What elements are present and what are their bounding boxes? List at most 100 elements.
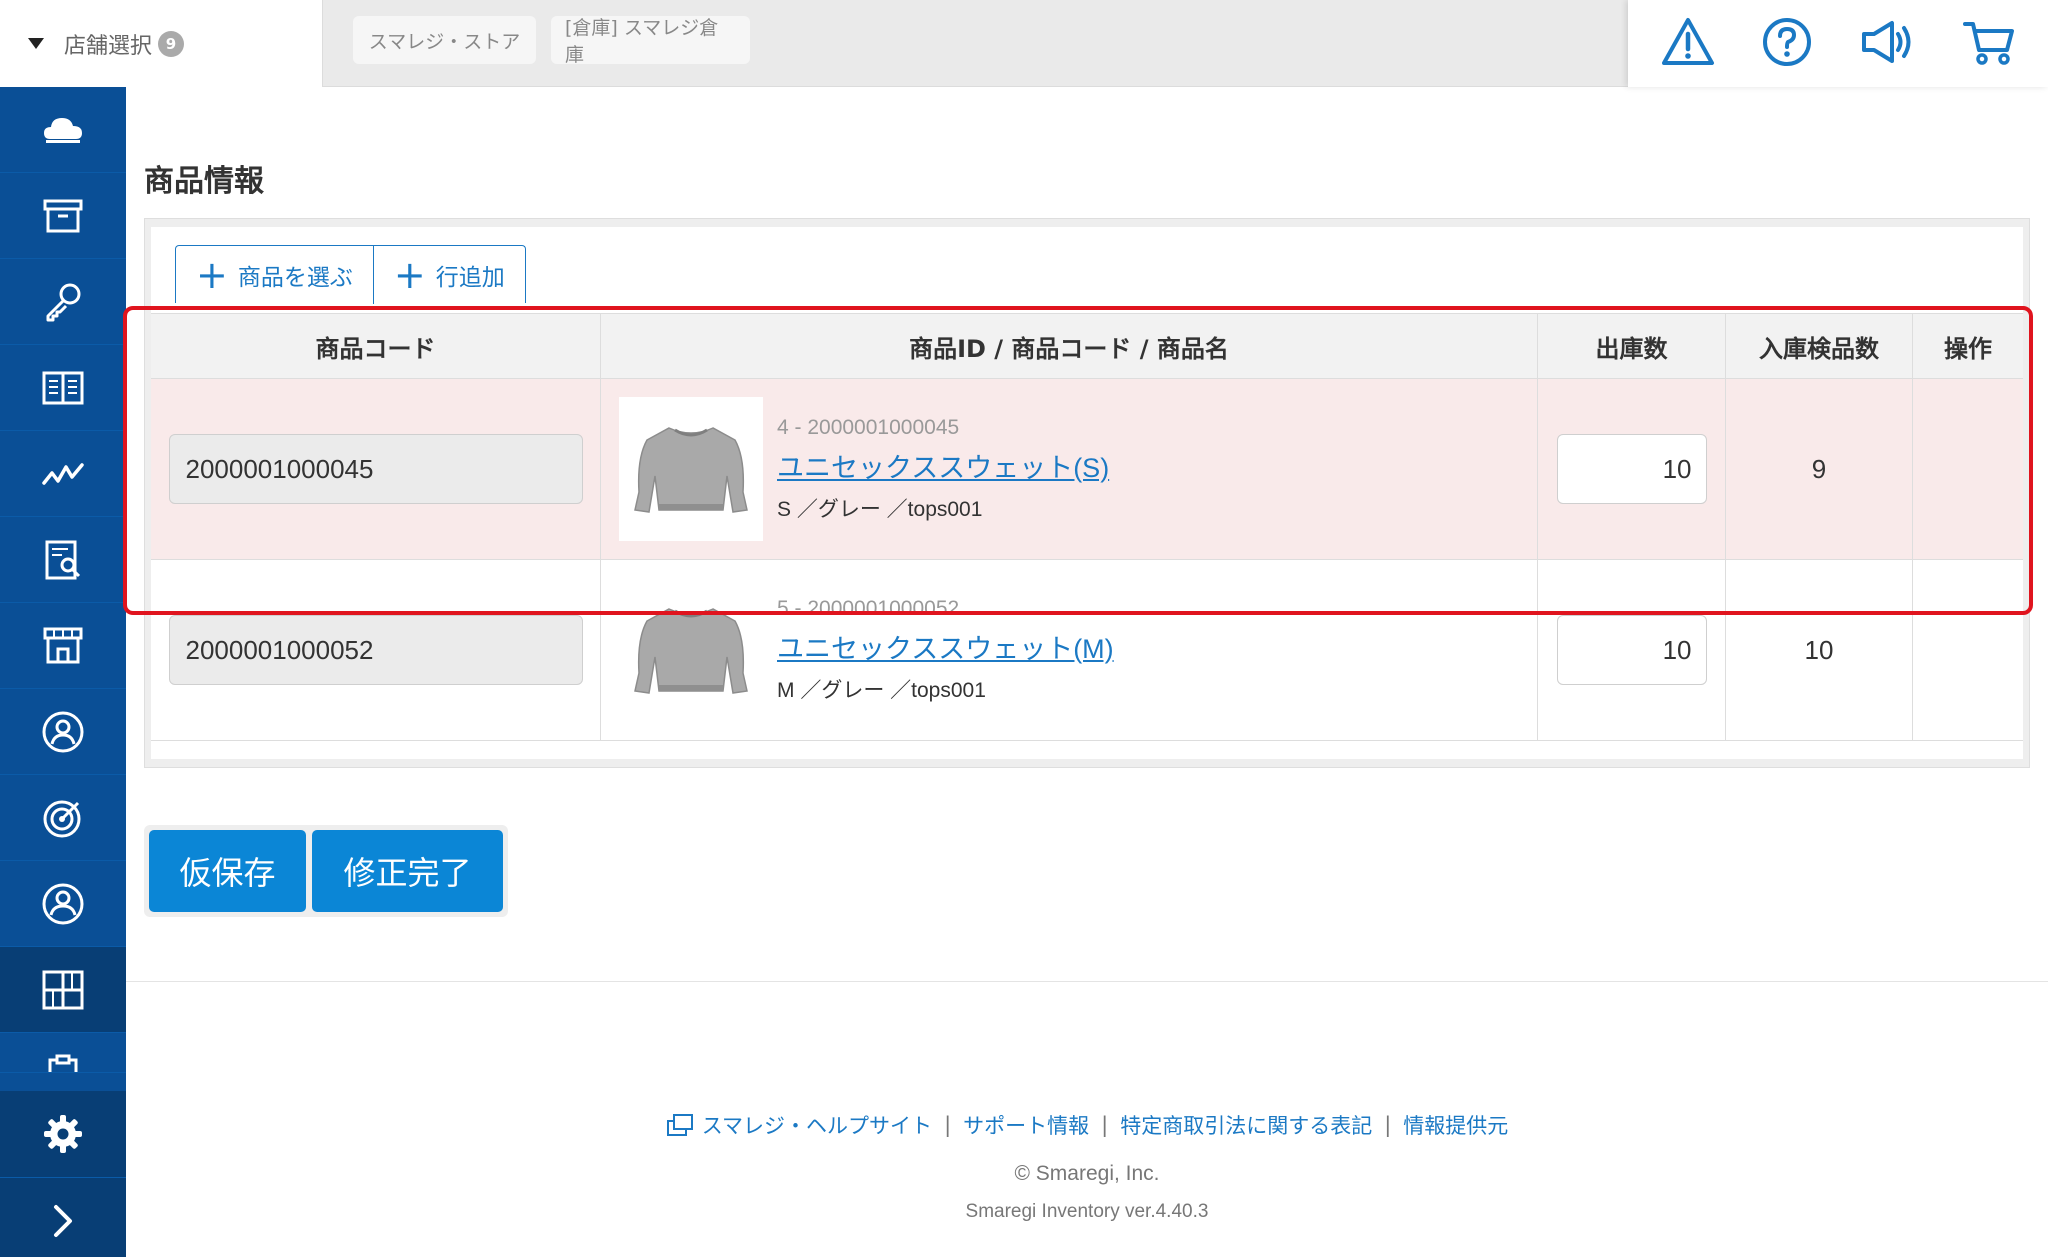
person-circle-icon bbox=[42, 711, 84, 752]
footer-separator: | bbox=[1101, 1113, 1109, 1137]
save-draft-button[interactable]: 仮保存 bbox=[149, 830, 306, 912]
product-code-input[interactable] bbox=[168, 615, 583, 685]
code-cell bbox=[151, 379, 601, 559]
product-thumbnail bbox=[619, 578, 763, 722]
inspect-qty-value: 10 bbox=[1804, 634, 1834, 665]
caret-down-icon bbox=[28, 38, 44, 49]
sidebar-item-inventory[interactable] bbox=[0, 947, 126, 1033]
page-title: 商品情報 bbox=[144, 164, 264, 199]
product-info-inner: + 商品を選ぶ + 行追加 商品コード 商品ID / 商品コード / 商品名 出… bbox=[151, 227, 2023, 759]
inspect-qty-cell: 9 bbox=[1726, 379, 1913, 559]
warehouse-chip[interactable]: [倉庫] スマレジ倉庫 bbox=[551, 16, 750, 66]
code-cell bbox=[151, 560, 601, 740]
column-header: 操作 bbox=[1944, 334, 1992, 363]
ship-qty-cell bbox=[1538, 379, 1726, 559]
ship-qty-input[interactable] bbox=[1556, 615, 1707, 685]
product-cell: 4 - 2000001000045 ユニセックススウェット(S) S ／グレー … bbox=[601, 379, 1538, 559]
add-row-button[interactable]: + 行追加 bbox=[372, 246, 525, 304]
product-name-link[interactable]: ユニセックススウェット(S) bbox=[777, 446, 1109, 485]
legal-notice-link[interactable]: 特定商取引法に関する表記 bbox=[1120, 1110, 1372, 1140]
grid-icon bbox=[42, 970, 84, 1009]
plus-icon: + bbox=[393, 253, 426, 297]
table-row: 4 - 2000001000045 ユニセックススウェット(S) S ／グレー … bbox=[151, 379, 2023, 560]
sidebar-item-analytics[interactable] bbox=[0, 431, 126, 517]
footer-divider bbox=[126, 981, 2048, 982]
operation-cell bbox=[1913, 560, 2023, 740]
warning-icon[interactable] bbox=[1660, 14, 1716, 70]
support-info-link[interactable]: サポート情報 bbox=[963, 1110, 1089, 1140]
product-info: 5 - 2000001000052 ユニセックススウェット(M) M ／グレー … bbox=[777, 597, 1114, 704]
info-provider-link[interactable]: 情報提供元 bbox=[1403, 1110, 1508, 1140]
table-row: 5 - 2000001000052 ユニセックススウェット(M) M ／グレー … bbox=[151, 560, 2023, 741]
inspect-qty-cell: 10 bbox=[1726, 560, 1913, 740]
sidebar-item-key[interactable] bbox=[0, 259, 126, 345]
key-icon bbox=[46, 283, 81, 321]
product-thumbnail bbox=[619, 397, 763, 541]
complete-edit-button[interactable]: 修正完了 bbox=[312, 830, 503, 912]
report-search-icon bbox=[45, 540, 81, 579]
copyright: © Smaregi, Inc. bbox=[1014, 1162, 1160, 1185]
sidebar-item-store[interactable] bbox=[0, 603, 126, 689]
product-code-input[interactable] bbox=[168, 434, 583, 504]
sweatshirt-image bbox=[634, 427, 748, 513]
cloud-icon bbox=[44, 117, 82, 143]
target-icon bbox=[43, 800, 81, 837]
archive-icon bbox=[43, 199, 83, 232]
sidebar-item-book[interactable] bbox=[0, 345, 126, 431]
sidebar-item-archive[interactable] bbox=[0, 173, 126, 259]
top-icon-group bbox=[1628, 0, 2048, 87]
operation-cell bbox=[1913, 379, 2023, 559]
version-label: Smaregi Inventory ver.4.40.3 bbox=[965, 1201, 1209, 1222]
product-info-panel: + 商品を選ぶ + 行追加 商品コード 商品ID / 商品コード / 商品名 出… bbox=[144, 218, 2030, 768]
settings-button[interactable] bbox=[0, 1091, 126, 1177]
footer-separator: | bbox=[1384, 1113, 1392, 1137]
product-id-line: 4 - 2000001000045 bbox=[777, 415, 960, 439]
inspect-qty-value: 9 bbox=[1811, 453, 1827, 484]
user-circle-icon bbox=[42, 883, 84, 924]
sidebar-item-cloud[interactable] bbox=[0, 87, 126, 173]
product-id-line: 5 - 2000001000052 bbox=[777, 596, 960, 620]
gear-icon bbox=[44, 1115, 82, 1153]
sidebar-item-clipboard[interactable] bbox=[0, 1033, 126, 1073]
sidebar-item-member[interactable] bbox=[0, 689, 126, 775]
add-row-label: 行追加 bbox=[435, 265, 505, 291]
clipboard-icon bbox=[48, 1054, 78, 1072]
product-attributes: S ／グレー ／tops001 bbox=[777, 497, 983, 521]
footer-links: スマレジ・ヘルプサイト | サポート情報 | 特定商取引法に関する表記 | 情報… bbox=[126, 1110, 2048, 1140]
product-cell: 5 - 2000001000052 ユニセックススウェット(M) M ／グレー … bbox=[601, 560, 1538, 740]
select-products-button[interactable]: + 商品を選ぶ bbox=[176, 246, 373, 304]
expand-sidebar-button[interactable] bbox=[0, 1177, 126, 1257]
chevron-right-icon bbox=[54, 1204, 72, 1237]
table-header: 商品コード 商品ID / 商品コード / 商品名 出庫数 入庫検品数 操作 bbox=[151, 313, 2023, 379]
sidebar-item-user[interactable] bbox=[0, 861, 126, 947]
top-bar: 店舗選択 9 スマレジ・ストア [倉庫] スマレジ倉庫 bbox=[0, 0, 2048, 87]
cart-icon[interactable] bbox=[1961, 14, 2017, 70]
product-table: 商品コード 商品ID / 商品コード / 商品名 出庫数 入庫検品数 操作 20… bbox=[151, 313, 2023, 741]
sidebar-item-report[interactable] bbox=[0, 517, 126, 603]
help-site-link[interactable]: スマレジ・ヘルプサイト bbox=[702, 1110, 932, 1140]
column-header: 出庫数 bbox=[1538, 314, 1726, 378]
store-icon bbox=[43, 627, 83, 663]
product-name-link[interactable]: ユニセックススウェット(M) bbox=[777, 627, 1114, 666]
column-header: 商品コード bbox=[151, 314, 601, 378]
ship-qty-input[interactable] bbox=[1556, 434, 1707, 504]
add-button-group: + 商品を選ぶ + 行追加 bbox=[175, 245, 526, 304]
plus-icon: + bbox=[196, 253, 228, 297]
column-header: 商品ID / 商品コード / 商品名 bbox=[601, 314, 1538, 378]
select-products-label: 商品を選ぶ bbox=[237, 265, 353, 291]
store-select-dropdown[interactable]: 店舗選択 9 bbox=[0, 0, 323, 87]
column-header: 入庫検品数 bbox=[1726, 314, 1913, 378]
announcement-icon[interactable] bbox=[1858, 14, 1914, 70]
help-icon[interactable] bbox=[1759, 14, 1815, 70]
chart-line-icon bbox=[42, 462, 84, 485]
store-select-label: 店舗選択 bbox=[64, 33, 153, 59]
footer-separator: | bbox=[944, 1113, 952, 1137]
store-chip[interactable]: スマレジ・ストア bbox=[353, 16, 536, 64]
sweatshirt-image bbox=[634, 608, 748, 694]
product-info: 4 - 2000001000045 ユニセックススウェット(S) S ／グレー … bbox=[777, 416, 1109, 523]
store-count-badge: 9 bbox=[158, 30, 185, 57]
sidebar-item-target[interactable] bbox=[0, 775, 126, 861]
ship-qty-cell bbox=[1538, 560, 1726, 740]
sidebar-nav bbox=[0, 87, 126, 1257]
product-attributes: M ／グレー ／tops001 bbox=[777, 678, 986, 702]
